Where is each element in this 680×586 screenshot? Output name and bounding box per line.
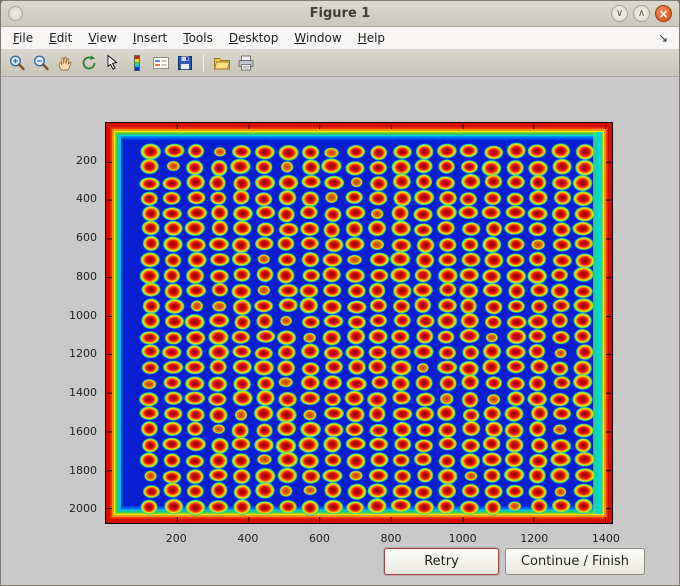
- window-title: Figure 1: [309, 6, 371, 21]
- colorbar-icon: [134, 55, 140, 71]
- print-button[interactable]: [235, 52, 257, 74]
- pan-button[interactable]: [54, 52, 76, 74]
- open-folder-button[interactable]: [211, 52, 233, 74]
- zoom-out-button[interactable]: [30, 52, 52, 74]
- retry-button[interactable]: Retry: [384, 548, 499, 575]
- y-tick-label: 1600: [69, 424, 97, 438]
- y-tick-label: 2000: [69, 502, 97, 516]
- window-controls: ∨ ∧ ×: [611, 5, 672, 22]
- x-tick-label: 200: [165, 532, 187, 545]
- save-button[interactable]: [174, 52, 196, 74]
- x-tick-label: 1000: [448, 532, 477, 545]
- menu-window[interactable]: Window: [286, 28, 349, 49]
- menu-insert[interactable]: Insert: [125, 28, 175, 49]
- rotate-3d-icon: [82, 55, 96, 70]
- y-tick-label: 200: [76, 153, 97, 167]
- menu-file[interactable]: File: [5, 28, 41, 49]
- y-tick-label: 1800: [69, 463, 97, 477]
- menu-view[interactable]: View: [80, 28, 124, 49]
- open-folder-icon: [213, 58, 231, 70]
- toolbar-separator: [203, 54, 204, 72]
- menubar: File Edit View Insert Tools Desktop Window Help…: [1, 27, 679, 50]
- menubar-items: File Edit View Insert Tools Desktop Window Help: [5, 27, 393, 49]
- menu-edit[interactable]: Edit: [41, 28, 80, 49]
- x-tick-label: 400: [237, 532, 259, 545]
- x-tick-label: 1200: [520, 532, 549, 545]
- menu-help[interactable]: Help: [350, 28, 393, 49]
- figure-toolbar: [1, 50, 679, 77]
- pan-icon: [58, 56, 72, 71]
- minimize-button[interactable]: ∨: [611, 5, 628, 22]
- print-icon: [238, 55, 254, 71]
- menu-desktop[interactable]: Desktop: [221, 28, 287, 49]
- data-cursor-icon: [107, 54, 118, 70]
- y-tick-label: 400: [76, 192, 97, 206]
- data-cursor-button[interactable]: [102, 52, 124, 74]
- x-tick-label: 600: [308, 532, 330, 545]
- menu-tools[interactable]: Tools: [175, 28, 221, 49]
- colorbar-button[interactable]: [126, 52, 148, 74]
- y-tick-label: 1000: [69, 308, 97, 322]
- titlebar[interactable]: Figure 1 ∨ ∧ ×: [1, 1, 679, 27]
- zoom-out-icon: [33, 55, 49, 71]
- figure-window: Figure 1 ∨ ∧ × File Edit View Insert Tools Desk…: [0, 0, 680, 586]
- close-button[interactable]: ×: [655, 5, 672, 22]
- legend-icon: [153, 57, 169, 69]
- figure-content: 200 400 600 800 1000 1200 1400 1600 1800 2000 200 4…: [1, 77, 679, 585]
- microarray-image[interactable]: [105, 122, 613, 524]
- y-tick-label: 1200: [69, 347, 97, 361]
- save-icon: [178, 56, 192, 70]
- dock-figure-icon[interactable]: ↘: [651, 31, 675, 45]
- continue-finish-button[interactable]: Continue / Finish: [505, 548, 645, 575]
- y-tick-label: 800: [76, 269, 97, 283]
- axes-area: 200 400 600 800 1000 1200 1400 1600 1800 2000 200 4…: [69, 122, 620, 545]
- y-tick-label: 600: [76, 231, 97, 245]
- zoom-in-button[interactable]: [6, 52, 28, 74]
- x-tick-label: 1400: [591, 532, 620, 545]
- y-tick-label: 1400: [69, 386, 97, 400]
- rotate-3d-button[interactable]: [78, 52, 100, 74]
- maximize-button[interactable]: ∧: [633, 5, 650, 22]
- legend-button[interactable]: [150, 52, 172, 74]
- zoom-in-icon: [9, 55, 25, 71]
- x-tick-label: 800: [380, 532, 402, 545]
